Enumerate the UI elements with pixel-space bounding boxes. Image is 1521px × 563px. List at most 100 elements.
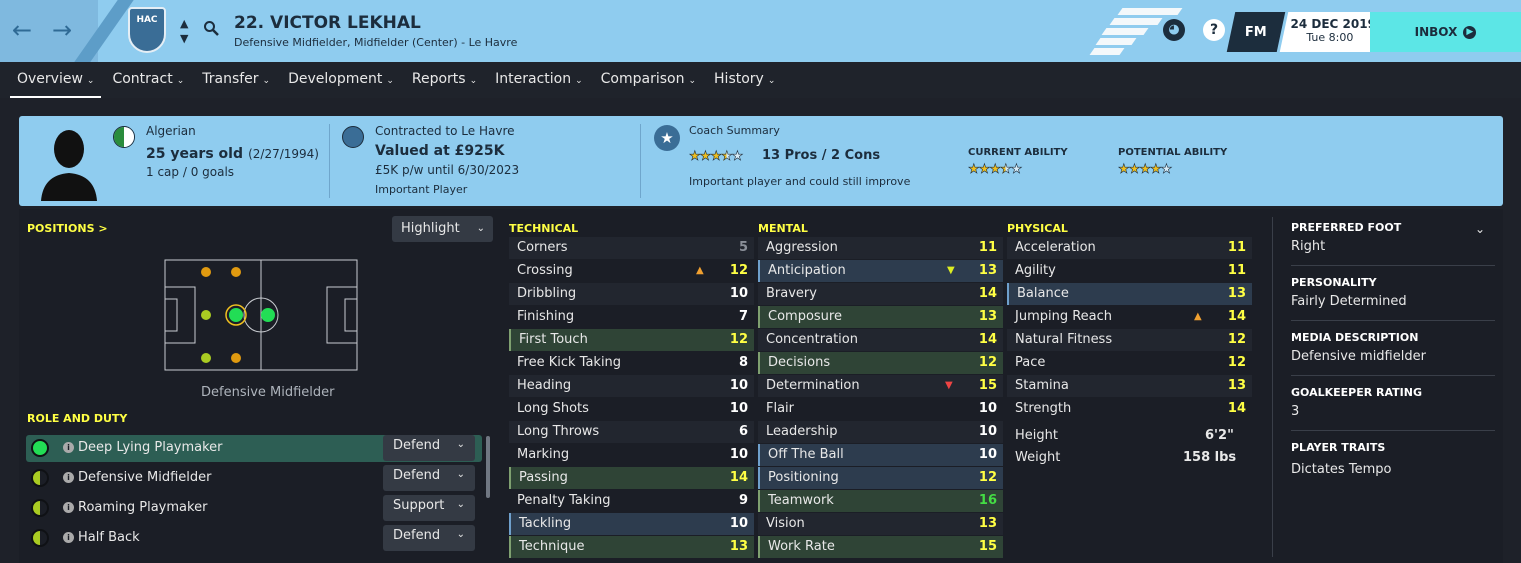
attribute-row-dribbling[interactable]: Dribbling 10 [509,283,754,305]
position-dot-mc[interactable] [261,308,275,322]
attribute-row-finishing[interactable]: Finishing 7 [509,306,754,328]
contract-club[interactable]: Contracted to Le Havre [375,124,515,138]
info-icon[interactable]: i [63,472,74,483]
position-dot-dm[interactable] [229,308,243,322]
attribute-row-natural-fitness[interactable]: Natural Fitness 12 [1007,329,1252,351]
attribute-row-strength[interactable]: Strength 14 [1007,398,1252,420]
attribute-name: Work Rate [768,539,835,554]
tab-history[interactable]: History ⌄ [707,62,782,98]
tab-development[interactable]: Development ⌄ [281,62,401,98]
chevron-down-icon[interactable]: ⌄ [1475,222,1485,236]
info-icon[interactable]: i [63,502,74,513]
duty-dropdown[interactable]: Support ⌄ [383,495,475,521]
attribute-row-decisions[interactable]: Decisions 12 [758,352,1003,374]
attribute-row-anticipation[interactable]: Anticipation 13 ▼ [758,260,1003,282]
attribute-row-pace[interactable]: Pace 12 [1007,352,1252,374]
attribute-row-jumping-reach[interactable]: Jumping Reach 14 ▲ [1007,306,1252,328]
role-list-scrollbar[interactable] [486,436,490,498]
info-icon[interactable]: i [63,532,74,543]
caps-goals: 1 cap / 0 goals [146,165,235,179]
attribute-row-balance[interactable]: Balance 13 [1007,283,1252,305]
chevron-down-icon: ⌄ [575,76,583,86]
divider [1291,265,1495,266]
club-crest[interactable]: HAC [128,7,166,53]
attribute-row-tackling[interactable]: Tackling 10 [509,513,754,535]
star-empty-icon: ★ [731,149,743,165]
chevron-up-icon[interactable]: ▲ [180,17,188,30]
attribute-name: Tackling [519,516,572,531]
attribute-row-free-kick-taking[interactable]: Free Kick Taking 8 [509,352,754,374]
attribute-value: 10 [729,447,748,462]
coach-star-rating: ★★★★★ [689,149,744,165]
height-label: Height [1015,428,1058,443]
attribute-row-positioning[interactable]: Positioning 12 [758,467,1003,489]
role-row[interactable]: i Deep Lying Playmaker Defend ⌄ [26,435,482,462]
star-full-icon: ★ [989,162,1001,178]
coach-summary-title[interactable]: Coach Summary [689,124,780,137]
positions-heading[interactable]: POSITIONS > [27,222,108,235]
globe-icon[interactable]: ◕ [1163,19,1185,41]
role-row[interactable]: i Defensive Midfielder Defend ⌄ [26,465,482,492]
role-row[interactable]: i Roaming Playmaker Support ⌄ [26,495,482,522]
attribute-row-determination[interactable]: Determination 15 ▼ [758,375,1003,397]
tab-contract[interactable]: Contract ⌄ [105,62,191,98]
attribute-row-aggression[interactable]: Aggression 11 [758,237,1003,259]
attribute-value: 12 [1227,355,1246,370]
attribute-row-stamina[interactable]: Stamina 13 [1007,375,1252,397]
fm-menu-button[interactable]: FM [1226,12,1286,52]
attribute-value: 14 [978,332,997,347]
arrow-down-icon: ▼ [947,265,955,276]
role-name: Half Back [78,530,140,545]
pitch-diagram [164,259,358,371]
attribute-row-marking[interactable]: Marking 10 [509,444,754,466]
attribute-row-composure[interactable]: Composure 13 [758,306,1003,328]
attribute-row-leadership[interactable]: Leadership 10 [758,421,1003,443]
attribute-row-passing[interactable]: Passing 14 [509,467,754,489]
tab-transfer[interactable]: Transfer ⌄ [195,62,277,98]
tab-comparison[interactable]: Comparison ⌄ [594,62,703,98]
attribute-row-crossing[interactable]: Crossing 12 ▲ [509,260,754,282]
attribute-row-flair[interactable]: Flair 10 [758,398,1003,420]
tab-overview[interactable]: Overview ⌄ [10,62,102,98]
date-continue-button[interactable]: 24 DEC 2019 Tue 8:00 [1279,12,1383,52]
pros-cons: 13 Pros / 2 Cons [762,148,881,163]
attribute-row-first-touch[interactable]: First Touch 12 [509,329,754,351]
attribute-row-concentration[interactable]: Concentration 14 [758,329,1003,351]
info-icon[interactable]: i [63,442,74,453]
duty-dropdown[interactable]: Defend ⌄ [383,435,475,461]
attribute-row-work-rate[interactable]: Work Rate 15 [758,536,1003,558]
inbox-button[interactable]: INBOX ▶ [1370,12,1521,52]
attribute-row-long-throws[interactable]: Long Throws 6 [509,421,754,443]
nationality[interactable]: Algerian [146,124,196,138]
attribute-name: Crossing [517,263,573,278]
attribute-row-acceleration[interactable]: Acceleration 11 [1007,237,1252,259]
attribute-row-teamwork[interactable]: Teamwork 16 [758,490,1003,512]
tab-interaction[interactable]: Interaction ⌄ [488,62,590,98]
back-arrow-icon[interactable]: ← [12,18,32,42]
attribute-row-heading[interactable]: Heading 10 [509,375,754,397]
forward-arrow-icon[interactable]: → [52,18,72,42]
position-dot [201,267,211,277]
attribute-row-corners[interactable]: Corners 5 [509,237,754,259]
role-row[interactable]: i Half Back Defend ⌄ [26,525,482,552]
attribute-row-penalty-taking[interactable]: Penalty Taking 9 [509,490,754,512]
header-decoration [1109,18,1163,25]
attribute-value: 12 [1227,332,1246,347]
chevron-down-icon[interactable]: ▼ [180,32,188,45]
help-icon[interactable]: ? [1203,19,1225,41]
attribute-row-agility[interactable]: Agility 11 [1007,260,1252,282]
search-icon[interactable] [203,20,219,36]
attribute-row-long-shots[interactable]: Long Shots 10 [509,398,754,420]
attribute-row-bravery[interactable]: Bravery 14 [758,283,1003,305]
highlight-dropdown[interactable]: Highlight ⌄ [392,216,493,242]
player-trait[interactable]: Dictates Tempo [1291,462,1391,477]
attribute-row-technique[interactable]: Technique 13 [509,536,754,558]
tab-reports[interactable]: Reports ⌄ [405,62,484,98]
player-avatar[interactable] [39,123,99,201]
attribute-row-off-the-ball[interactable]: Off The Ball 10 [758,444,1003,466]
star-full-icon: ★ [689,149,701,165]
duty-dropdown[interactable]: Defend ⌄ [383,525,475,551]
attribute-row-vision[interactable]: Vision 13 [758,513,1003,535]
duty-dropdown[interactable]: Defend ⌄ [383,465,475,491]
star-full-icon: ★ [968,162,980,178]
